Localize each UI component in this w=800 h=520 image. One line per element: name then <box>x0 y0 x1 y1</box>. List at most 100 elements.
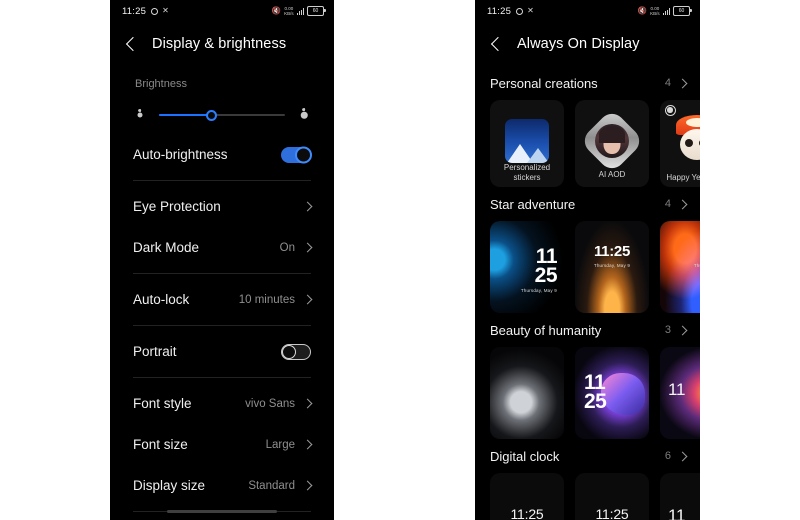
divider <box>133 325 311 326</box>
brightness-section-label: Brightness <box>135 78 187 90</box>
thumbnail-clock-glow-amber[interactable]: 11:25 Thursday, May 9 <box>575 221 649 313</box>
clock-date: Thursday, May 9 <box>520 288 557 293</box>
phone-screen-right: 11:25 ✕ 🔇 0.00 KB/s 60 Always On Display <box>475 0 700 520</box>
thumbnail-digital-clock-3[interactable]: 11 <box>660 473 700 520</box>
sun-large-icon <box>297 108 311 122</box>
status-bar-right: 11:25 ✕ 🔇 0.00 KB/s 60 <box>475 0 700 22</box>
portrait-toggle[interactable] <box>281 343 311 360</box>
clock-date: Thursday, May 9 <box>693 263 700 268</box>
page-title: Display & brightness <box>152 36 287 52</box>
section-title: Digital clock <box>490 448 560 464</box>
status-bar-left: 11:25 ✕ 🔇 0.00 KB/s 60 <box>110 0 334 22</box>
gear-icon <box>516 7 524 15</box>
chevron-right-icon <box>302 439 313 450</box>
chevron-right-icon <box>677 451 688 461</box>
status-right-icons: 🔇 0.00 KB/s 60 <box>272 6 326 16</box>
home-indicator <box>167 510 277 513</box>
thumbnail-strip-star-adventure[interactable]: 11 25 Thursday, May 9 11:25 Thursday, Ma… <box>475 217 700 313</box>
row-display-size[interactable]: Display size Standard <box>124 465 320 506</box>
close-icon: ✕ <box>162 6 169 15</box>
section-count: 3 <box>664 324 671 336</box>
thumbnail-digital-clock-1[interactable]: 11:25 <box>490 473 564 520</box>
network-speed-icon: 0.00 KB/s <box>650 6 660 16</box>
section-count: 4 <box>664 198 671 210</box>
ai-aod-preview-image <box>579 107 645 174</box>
phone-screen-left: 11:25 ✕ 🔇 0.00 KB/s 60 Display & brightn <box>110 0 334 520</box>
battery-icon: 60 <box>673 6 692 16</box>
row-label: Dark Mode <box>133 240 200 255</box>
clock-time: 11 <box>668 380 686 399</box>
screenshot-canvas: 11:25 ✕ 🔇 0.00 KB/s 60 Display & brightn <box>0 0 800 520</box>
thumbnail-strip-digital-clock[interactable]: 11:25 11:25 11 <box>475 469 700 520</box>
thumbnail-clock-color-blob[interactable]: 11 25 <box>575 347 649 439</box>
auto-brightness-toggle[interactable] <box>281 146 312 163</box>
close-icon: ✕ <box>527 6 534 15</box>
signal-bars-icon <box>296 7 304 15</box>
thumbnail-personalized-stickers[interactable]: Personalized stickers <box>490 100 564 187</box>
section-header-star-adventure[interactable]: Star adventure 4 <box>475 191 700 217</box>
row-auto-lock[interactable]: Auto-lock 10 minutes <box>124 279 320 320</box>
divider <box>133 180 311 181</box>
thumbnail-digital-clock-2[interactable]: 11:25 <box>575 473 649 520</box>
divider <box>133 273 311 274</box>
clock-time: 11 25 <box>584 371 607 413</box>
row-value: 10 minutes <box>238 293 295 306</box>
clock-time: 11:2 Thursday, May 9 <box>660 243 700 269</box>
row-dark-mode[interactable]: Dark Mode On <box>124 227 320 268</box>
thumbnail-label: Happy Year Tiger <box>666 173 700 182</box>
chevron-left-icon[interactable] <box>490 36 506 52</box>
network-speed-icon: 0.00 KB/s <box>284 6 294 16</box>
brightness-slider-row[interactable] <box>124 96 320 134</box>
sun-small-icon <box>133 108 147 122</box>
section-header-digital-clock[interactable]: Digital clock 6 <box>475 443 700 469</box>
row-font-style[interactable]: Font style vivo Sans <box>124 383 320 424</box>
thumbnail-clock-planet-blue[interactable]: 11 25 Thursday, May 9 <box>490 221 564 313</box>
blob-graphic <box>601 373 645 415</box>
section-header-beauty-of-humanity[interactable]: Beauty of humanity 3 <box>475 317 700 343</box>
slider-thumb[interactable] <box>206 109 218 121</box>
chevron-right-icon <box>302 201 313 212</box>
status-left-icons: ✕ <box>516 7 534 15</box>
chevron-right-icon <box>302 242 313 253</box>
row-value: On <box>279 241 295 254</box>
nav-bar-right: Always On Display <box>475 22 700 66</box>
signal-bars-icon <box>662 7 670 15</box>
page-title: Always On Display <box>517 36 640 52</box>
section-count: 4 <box>664 77 671 89</box>
row-font-size[interactable]: Font size Large <box>124 424 320 465</box>
thumbnail-clock-moon-grey[interactable] <box>490 347 564 439</box>
chevron-right-icon <box>677 78 688 88</box>
row-portrait[interactable]: Portrait <box>124 331 320 372</box>
chevron-right-icon <box>302 294 313 305</box>
auto-brightness-label: Auto-brightness <box>133 147 228 162</box>
battery-icon: 60 <box>307 6 326 16</box>
row-label: Font style <box>133 396 192 411</box>
row-value: Large <box>265 438 295 451</box>
portrait-label: Portrait <box>133 344 177 359</box>
row-label: Auto-lock <box>133 292 190 307</box>
thumbnail-clock-orange-blue[interactable]: 11:2 Thursday, May 9 <box>660 221 700 313</box>
chevron-right-icon <box>302 398 313 409</box>
section-title: Personal creations <box>490 75 598 91</box>
status-right-icons: 🔇 0.00 KB/s 60 <box>638 6 692 16</box>
nav-bar-left: Display & brightness <box>110 22 334 66</box>
auto-brightness-row[interactable]: Auto-brightness <box>124 134 320 175</box>
chevron-right-icon <box>677 199 688 209</box>
section-title: Star adventure <box>490 196 576 212</box>
brightness-slider[interactable] <box>159 109 285 121</box>
status-time: 11:25 <box>122 5 147 17</box>
thumbnail-happy-year-tiger[interactable]: Happy Year Tiger <box>660 100 700 187</box>
chevron-left-icon[interactable] <box>125 36 141 52</box>
thumbnail-clock-warm-gradient[interactable]: 11 <box>660 347 700 439</box>
section-count: 6 <box>664 450 671 462</box>
thumbnail-strip-beauty-of-humanity[interactable]: 11 25 11 <box>475 343 700 439</box>
row-value: vivo Sans <box>245 397 295 410</box>
thumbnail-label: AI AOD <box>598 170 626 179</box>
thumbnail-strip-personal-creations[interactable]: Personalized stickers AI AOD Happy Year … <box>475 96 700 187</box>
row-eye-protection[interactable]: Eye Protection <box>124 186 320 227</box>
clock-time: 11 25 Thursday, May 9 <box>520 245 558 293</box>
section-header-personal-creations[interactable]: Personal creations 4 <box>475 70 700 96</box>
row-label: Font size <box>133 437 188 452</box>
thumbnail-ai-aod[interactable]: AI AOD <box>575 100 649 187</box>
chevron-right-icon <box>302 480 313 491</box>
